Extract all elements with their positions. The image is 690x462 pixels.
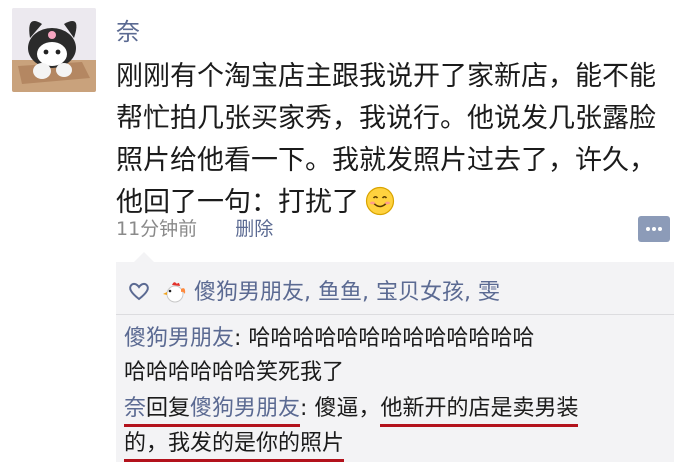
likes-row: 傻狗男朋友, 鱼鱼, 宝贝女孩, 雯 <box>128 274 500 306</box>
comment-text: 傻逼， <box>314 396 381 421</box>
comment-text-underlined: 他新开的店是卖男装 <box>380 395 579 427</box>
comment-text-underlined: 的，我发的是你的照片 <box>124 430 345 462</box>
post-text-line: 照片给他看一下。我就发照片过去了，许久， <box>116 145 656 176</box>
comment-line: 奈回复傻狗男朋友: 傻逼，他新开的店是卖男装 <box>124 392 579 427</box>
comment-item: 傻狗男朋友: 哈哈哈哈哈哈哈哈哈哈哈哈哈 哈哈哈哈哈哈笑死我了 <box>124 322 534 390</box>
comment-separator: : <box>300 396 315 421</box>
kuromi-avatar-icon <box>12 8 96 92</box>
comment-more-button[interactable] <box>638 216 670 242</box>
reply-header-underlined: 奈回复傻狗男朋友 <box>124 395 301 427</box>
smile-emoji-icon <box>365 186 395 216</box>
post-time: 11分钟前 <box>116 218 198 240</box>
comment-author-name[interactable]: 奈 <box>124 396 146 421</box>
post-text-line: 刚刚有个淘宝店主跟我说开了家新店，能不能 <box>116 61 656 92</box>
post-meta: 11分钟前 删除 <box>116 214 273 241</box>
dot-icon <box>646 227 650 231</box>
comment-line: 的，我发的是你的照片 <box>124 427 578 462</box>
comment-line: 傻狗男朋友: 哈哈哈哈哈哈哈哈哈哈哈哈哈 <box>124 322 534 356</box>
dot-icon <box>658 227 662 231</box>
chicken-avatar-icon[interactable] <box>160 277 188 305</box>
likes-comments-panel: 傻狗男朋友, 鱼鱼, 宝贝女孩, 雯 傻狗男朋友: 哈哈哈哈哈哈哈哈哈哈哈哈哈 … <box>116 252 674 462</box>
comment-line: 哈哈哈哈哈哈笑死我了 <box>124 360 345 385</box>
comment-item: 奈回复傻狗男朋友: 傻逼，他新开的店是卖男装 的，我发的是你的照片 <box>124 392 579 462</box>
avatar[interactable] <box>12 8 96 92</box>
comment-author-name[interactable]: 傻狗男朋友 <box>124 326 234 351</box>
heart-icon <box>128 281 150 301</box>
reply-to-name[interactable]: 傻狗男朋友 <box>190 396 300 421</box>
post-text-line: 帮忙拍几张买家秀，我说行。他说发几张露脸 <box>116 103 656 134</box>
post-author-name[interactable]: 奈 <box>116 12 140 47</box>
comment-text: 哈哈哈哈哈哈哈哈哈哈哈哈哈 <box>248 326 535 351</box>
comment-separator: : <box>234 326 249 351</box>
liker-names[interactable]: 傻狗男朋友, 鱼鱼, 宝贝女孩, 雯 <box>194 280 500 305</box>
divider <box>116 314 674 315</box>
reply-word: 回复 <box>146 396 191 421</box>
delete-link[interactable]: 删除 <box>235 218 273 240</box>
post-text: 刚刚有个淘宝店主跟我说开了家新店，能不能 帮忙拍几张买家秀，我说行。他说发几张露… <box>116 56 672 224</box>
dot-icon <box>652 227 656 231</box>
